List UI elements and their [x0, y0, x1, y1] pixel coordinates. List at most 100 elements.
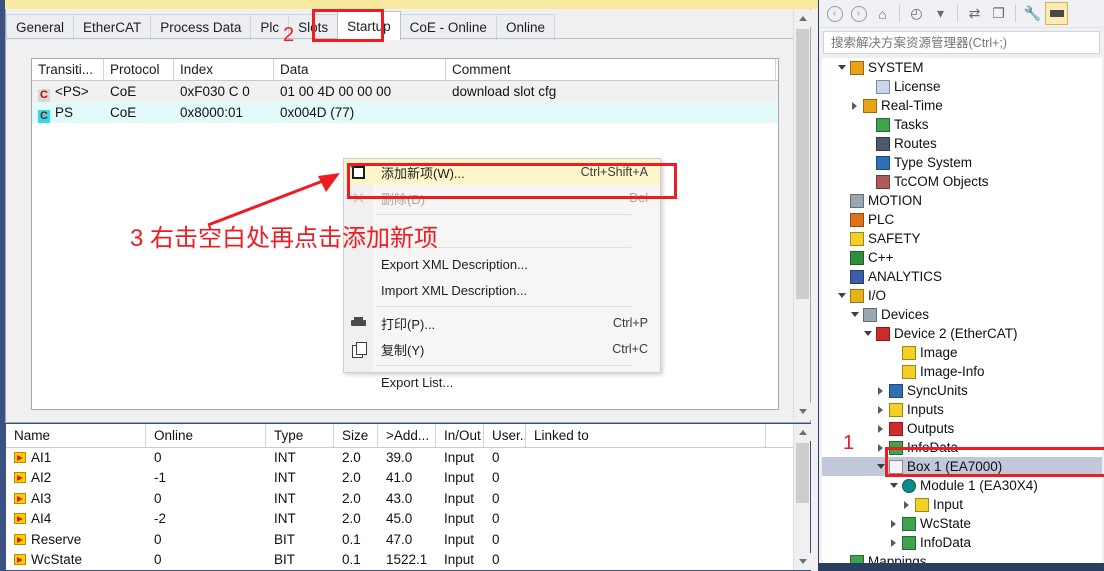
tree-item-license[interactable]: License [822, 77, 1102, 96]
tree-item-input[interactable]: Input [822, 495, 1102, 514]
tab-ethercat[interactable]: EtherCAT [73, 14, 152, 40]
variable-col-header[interactable]: Online [146, 424, 266, 447]
tree-item-c[interactable]: C++ [822, 248, 1102, 267]
tree-item-analytics[interactable]: ANALYTICS [822, 267, 1102, 286]
menu-item-w[interactable]: 添加新项(W)... Ctrl+Shift+A [344, 159, 660, 185]
tree-item-i-o[interactable]: I/O [822, 286, 1102, 305]
tab-slots[interactable]: Slots [288, 14, 339, 40]
tree-item-outputs[interactable]: Outputs [822, 419, 1102, 438]
tree-item-device-2-ethercat[interactable]: Device 2 (EtherCAT) [822, 324, 1102, 343]
tab-coe-online[interactable]: CoE - Online [399, 14, 497, 40]
menu-item-exportlist[interactable]: Export List... [344, 369, 660, 395]
show-all-files-icon[interactable]: ❐ [987, 2, 1010, 25]
menu-item-y[interactable]: 复制(Y) Ctrl+C [344, 336, 660, 362]
scroll-up-icon[interactable] [794, 10, 811, 27]
variable-grid-vertical-scrollbar[interactable] [793, 424, 811, 570]
document-vertical-scrollbar[interactable] [793, 10, 811, 420]
chevron-right-icon[interactable] [874, 386, 887, 395]
variable-col-header[interactable]: Size [334, 424, 378, 447]
table-row[interactable]: Reserve 0 BIT 0.1 47.0 Input 0 [6, 530, 810, 550]
startup-col-header[interactable]: Comment [446, 59, 776, 80]
chevron-right-icon[interactable] [874, 424, 887, 433]
back-icon[interactable]: ‹ [823, 2, 846, 25]
properties-wrench-icon[interactable]: 🔧 [1021, 2, 1044, 25]
startup-row[interactable]: C <PS> CoE 0xF030 C 0 01 00 4D 00 00 00 downl… [32, 81, 778, 102]
chevron-right-icon[interactable] [874, 405, 887, 414]
tree-item-box-1-ea7000[interactable]: Box 1 (EA7000) [822, 457, 1102, 476]
tree-item-image-info[interactable]: Image-Info [822, 362, 1102, 381]
startup-col-header[interactable]: Index [174, 59, 274, 80]
chevron-right-icon[interactable] [874, 443, 887, 452]
tree-item-devices[interactable]: Devices [822, 305, 1102, 324]
tree-item-plc[interactable]: PLC [822, 210, 1102, 229]
tree-item-wcstate[interactable]: WcState [822, 514, 1102, 533]
home-icon[interactable]: ⌂ [871, 2, 894, 25]
chevron-down-icon[interactable] [887, 483, 900, 488]
tree-item-image[interactable]: Image [822, 343, 1102, 362]
scrollbar-thumb[interactable] [796, 443, 809, 503]
tree-item-syncunits[interactable]: SyncUnits [822, 381, 1102, 400]
menu-item-importxmldescription[interactable]: Import XML Description... [344, 277, 660, 303]
table-row[interactable]: WcState 0 BIT 0.1 1522.1 Input 0 [6, 550, 810, 570]
variable-col-header[interactable]: Linked to [526, 424, 766, 447]
chevron-down-icon[interactable] [874, 464, 887, 469]
scroll-down-icon[interactable] [794, 553, 811, 570]
menu-item-exportxmldescription[interactable]: Export XML Description... [344, 251, 660, 277]
context-menu-items[interactable]: 添加新项(W)... Ctrl+Shift+A ✕ 删除(D) Del Export XM… [344, 159, 660, 395]
tree-item-type-system[interactable]: Type System [822, 153, 1102, 172]
startup-row[interactable]: C PS CoE 0x8000:01 0x004D (77) [32, 102, 778, 123]
chevron-right-icon[interactable] [900, 500, 913, 509]
tree-item-mappings[interactable]: Mappings [822, 552, 1102, 563]
table-row[interactable]: AI3 0 INT 2.0 43.0 Input 0 [6, 489, 810, 509]
scroll-up-icon[interactable] [794, 424, 811, 441]
chevron-down-icon[interactable]: ▾ [929, 2, 952, 25]
tab-online[interactable]: Online [495, 14, 555, 40]
startup-col-header[interactable]: Transiti... [32, 59, 104, 80]
solution-explorer-toolbar[interactable]: ‹ › ⌂ ◴ ▾ ⇄ ❐ 🔧 [819, 0, 1104, 28]
tree-item-infodata[interactable]: InfoData [822, 438, 1102, 457]
pending-changes-icon[interactable]: ◴ [905, 2, 928, 25]
tree-item-routes[interactable]: Routes [822, 134, 1102, 153]
forward-icon[interactable]: › [847, 2, 870, 25]
tree-item-motion[interactable]: MOTION [822, 191, 1102, 210]
variable-col-header[interactable]: Name [6, 424, 146, 447]
chevron-right-icon[interactable] [887, 538, 900, 547]
startup-col-header[interactable]: Protocol [104, 59, 174, 80]
scroll-down-icon[interactable] [794, 403, 811, 420]
tab-process-data[interactable]: Process Data [150, 14, 252, 40]
tree-item-infodata[interactable]: InfoData [822, 533, 1102, 552]
menu-item-p[interactable]: 打印(P)... Ctrl+P [344, 310, 660, 336]
tree-item-safety[interactable]: SAFETY [822, 229, 1102, 248]
variable-col-header[interactable]: Type [266, 424, 334, 447]
chevron-down-icon[interactable] [835, 65, 848, 70]
startup-grid-body[interactable]: C <PS> CoE 0xF030 C 0 01 00 4D 00 00 00 downl… [32, 81, 778, 123]
variable-col-header[interactable]: >Add... [378, 424, 436, 447]
chevron-right-icon[interactable] [848, 101, 861, 110]
variable-col-header[interactable]: In/Out [436, 424, 484, 447]
sync-icon[interactable]: ⇄ [963, 2, 986, 25]
solution-explorer-tree[interactable]: SYSTEM License Real-Time Tasks Routes Type Sy… [822, 58, 1102, 563]
editor-tabs[interactable]: General EtherCAT Process Data Plc Slots Start… [6, 10, 555, 40]
tree-item-real-time[interactable]: Real-Time [822, 96, 1102, 115]
chevron-right-icon[interactable] [887, 519, 900, 528]
table-row[interactable]: AI4 -2 INT 2.0 45.0 Input 0 [6, 509, 810, 529]
tab-startup[interactable]: Startup [337, 11, 401, 40]
search-input[interactable] [829, 34, 1094, 51]
tree-item-tccom-objects[interactable]: TcCOM Objects [822, 172, 1102, 191]
table-row[interactable]: AI1 0 INT 2.0 39.0 Input 0 [6, 448, 810, 468]
variable-col-header[interactable]: User... [484, 424, 526, 447]
chevron-down-icon[interactable] [835, 293, 848, 298]
chevron-down-icon[interactable] [848, 312, 861, 317]
tree-item-module-1-ea30x4[interactable]: Module 1 (EA30X4) [822, 476, 1102, 495]
variable-grid-pane[interactable]: NameOnlineTypeSize>Add...In/OutUser...Li… [5, 423, 811, 571]
solution-explorer-search[interactable] [823, 31, 1100, 54]
tree-item-system[interactable]: SYSTEM [822, 58, 1102, 77]
tree-item-tasks[interactable]: Tasks [822, 115, 1102, 134]
context-menu[interactable]: 添加新项(W)... Ctrl+Shift+A ✕ 删除(D) Del Export XM… [343, 158, 661, 390]
tree-item-inputs[interactable]: Inputs [822, 400, 1102, 419]
variable-grid-body[interactable]: AI1 0 INT 2.0 39.0 Input 0 AI2 -1 INT 2.0 41.0 Input… [6, 448, 810, 570]
scrollbar-thumb[interactable] [796, 29, 809, 299]
chevron-down-icon[interactable] [861, 331, 874, 336]
startup-col-header[interactable]: Data [274, 59, 446, 80]
table-row[interactable]: AI2 -1 INT 2.0 41.0 Input 0 [6, 468, 810, 488]
